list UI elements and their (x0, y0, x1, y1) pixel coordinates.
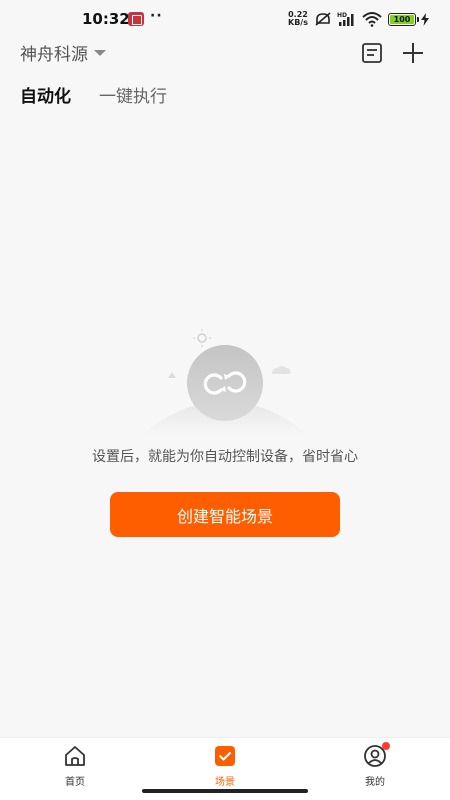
empty-state-message: 设置后，就能为你自动控制设备，省时省心 (92, 449, 358, 465)
create-scene-button[interactable]: 创建智能场景 (110, 492, 340, 537)
notification-dot (382, 742, 390, 750)
nav-item-scene[interactable]: 场景 (185, 744, 265, 788)
add-button[interactable] (398, 38, 428, 68)
nav-label-home: 首页 (65, 777, 85, 788)
caret-down-icon (94, 49, 106, 56)
nav-item-profile[interactable]: 我的 (335, 742, 415, 788)
home-indicator[interactable] (142, 789, 308, 793)
signal-icon: HD (337, 12, 354, 26)
empty-state-illustration (140, 329, 310, 436)
plus-icon (403, 43, 423, 63)
more-notifications-icon: ·· (150, 8, 163, 24)
network-speed-unit: KB/s (288, 18, 308, 27)
log-icon (362, 43, 382, 63)
wifi-icon (362, 12, 382, 27)
header: 神舟科源 (0, 38, 450, 68)
profile-icon-wrapper (363, 742, 390, 768)
mute-icon (315, 12, 331, 26)
battery-icon: 100 (388, 13, 419, 26)
nav-item-home[interactable]: 首页 (35, 744, 115, 788)
tab-one-click[interactable]: 一键执行 (99, 82, 167, 107)
svg-text:HD: HD (337, 12, 347, 19)
home-selector[interactable]: 神舟科源 (20, 40, 106, 65)
nav-label-profile: 我的 (365, 777, 385, 788)
status-bar: 10:32 ·· 0.22 KB/s HD 100 (0, 0, 450, 38)
screen: 10:32 ·· 0.22 KB/s HD 100 神舟科源 自动化 一键执行 … (0, 0, 450, 800)
app-notification-icon (128, 12, 144, 26)
status-time: 10:32 (82, 10, 130, 28)
battery-level: 100 (390, 15, 414, 24)
scene-tabs: 自动化 一键执行 (20, 82, 167, 107)
nav-label-scene: 场景 (215, 777, 235, 788)
charging-icon (421, 13, 429, 26)
tab-automation[interactable]: 自动化 (20, 82, 71, 107)
log-button[interactable] (357, 38, 387, 68)
scene-icon (215, 746, 235, 766)
network-speed: 0.22 KB/s (288, 11, 308, 27)
home-name: 神舟科源 (20, 45, 88, 65)
home-icon (65, 746, 85, 766)
